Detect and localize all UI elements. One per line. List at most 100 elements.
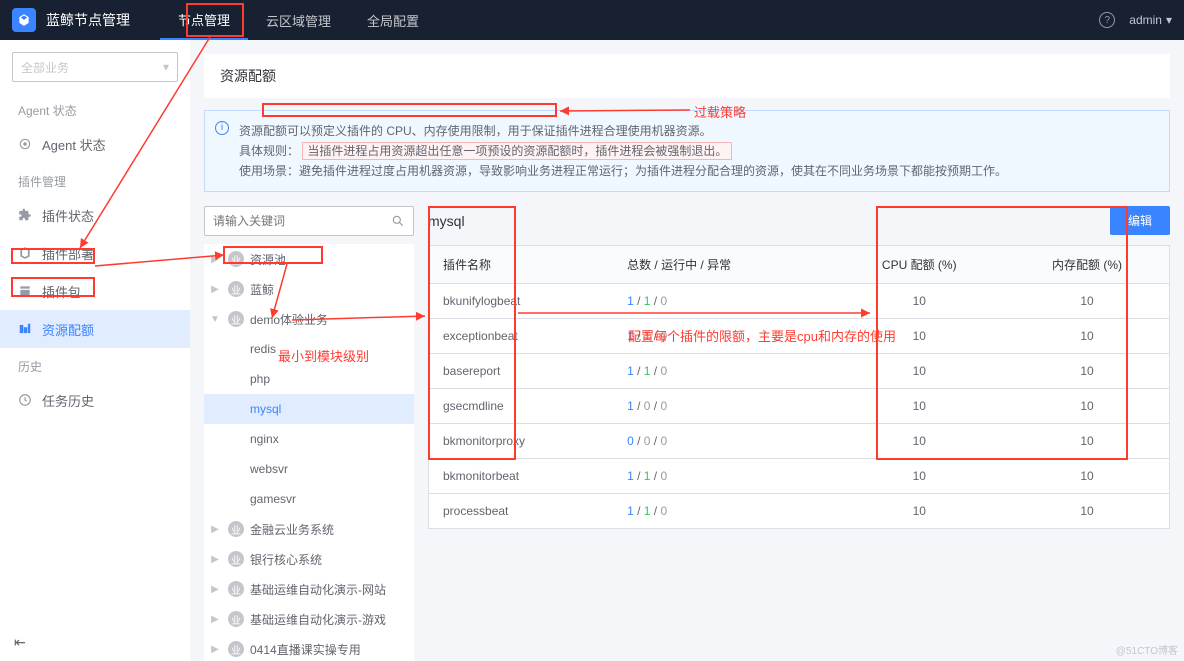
tree-node-label: websvr bbox=[250, 462, 288, 476]
tree-search[interactable] bbox=[204, 206, 414, 236]
biz-tree-panel: ▶业资源池▶业蓝鲸 ▼ 业 demo体验业务 redis php mysql nginx web… bbox=[204, 206, 414, 661]
quota-icon bbox=[18, 322, 32, 336]
biz-icon: 业 bbox=[228, 611, 244, 627]
tree-node[interactable]: php bbox=[204, 364, 414, 394]
info-icon: i bbox=[215, 121, 229, 135]
side-plugin-status[interactable]: 插件状态 bbox=[0, 196, 190, 234]
package-icon bbox=[18, 284, 32, 298]
help-icon[interactable]: ? bbox=[1099, 12, 1115, 28]
table-row: bkmonitorproxy0 / 0 / 01010 bbox=[429, 424, 1170, 459]
tree-node-label: demo体验业务 bbox=[250, 311, 328, 328]
tree-node-label: 基础运维自动化演示-网站 bbox=[250, 581, 386, 598]
info-highlight: 当插件进程占用资源超出任意一项预设的资源配额时，插件进程会被强制退出。 bbox=[302, 142, 732, 160]
cell-stats: 1 / 0 / 0 bbox=[613, 389, 833, 424]
nav-global-config[interactable]: 全局配置 bbox=[349, 0, 437, 40]
tree-node[interactable]: ▶业0414直播课实操专用 bbox=[204, 634, 414, 661]
tree-node-label: redis bbox=[250, 342, 276, 356]
tree-node[interactable]: mysql bbox=[204, 394, 414, 424]
cell-mem: 10 bbox=[1005, 354, 1170, 389]
side-item-label: 插件状态 bbox=[42, 206, 94, 225]
cell-cpu: 10 bbox=[834, 354, 1005, 389]
cell-plugin-name: basereport bbox=[429, 354, 614, 389]
caret-icon: ▶ bbox=[208, 614, 222, 625]
tree-node[interactable]: nginx bbox=[204, 424, 414, 454]
cell-mem: 10 bbox=[1005, 459, 1170, 494]
side-item-label: Agent 状态 bbox=[42, 135, 106, 154]
table-row: exceptionbeat1 / 1 / 01010 bbox=[429, 319, 1170, 354]
nav-node-mgmt[interactable]: 节点管理 bbox=[160, 0, 248, 40]
cell-plugin-name: gsecmdline bbox=[429, 389, 614, 424]
tree-node-label: 银行核心系统 bbox=[250, 551, 322, 568]
caret-icon: ▶ bbox=[208, 584, 222, 595]
table-row: bkunifylogbeat1 / 1 / 01010 bbox=[429, 284, 1170, 319]
side-task-history[interactable]: 任务历史 bbox=[0, 381, 190, 419]
biz-tree: ▶业资源池▶业蓝鲸 ▼ 业 demo体验业务 redis php mysql nginx web… bbox=[204, 244, 414, 661]
tree-node[interactable]: ▶业基础运维自动化演示-游戏 bbox=[204, 604, 414, 634]
nav-cloud-region[interactable]: 云区域管理 bbox=[248, 0, 349, 40]
tree-node[interactable]: ▶业蓝鲸 bbox=[204, 274, 414, 304]
cell-mem: 10 bbox=[1005, 319, 1170, 354]
cell-stats: 1 / 1 / 0 bbox=[613, 459, 833, 494]
side-item-label: 插件部署 bbox=[42, 244, 94, 263]
side-group-history: 历史 bbox=[0, 348, 190, 381]
business-selector-label: 全部业务 bbox=[21, 59, 69, 76]
cell-plugin-name: bkmonitorbeat bbox=[429, 459, 614, 494]
chevron-down-icon: ▾ bbox=[1166, 13, 1172, 27]
cell-plugin-name: bkunifylogbeat bbox=[429, 284, 614, 319]
side-plugin-deploy[interactable]: 插件部署 bbox=[0, 234, 190, 272]
deploy-icon bbox=[18, 246, 32, 260]
search-input[interactable] bbox=[213, 214, 391, 228]
top-nav: 节点管理 云区域管理 全局配置 bbox=[160, 0, 437, 40]
side-agent-status[interactable]: Agent 状态 bbox=[0, 125, 190, 163]
tree-node[interactable]: ▼ 业 demo体验业务 bbox=[204, 304, 414, 334]
cell-mem: 10 bbox=[1005, 424, 1170, 459]
sidebar-collapse[interactable]: ⇤ bbox=[14, 634, 26, 651]
tree-node[interactable]: ▶业基础运维自动化演示-网站 bbox=[204, 574, 414, 604]
cell-mem: 10 bbox=[1005, 494, 1170, 529]
table-row: basereport1 / 1 / 01010 bbox=[429, 354, 1170, 389]
cell-plugin-name: exceptionbeat bbox=[429, 319, 614, 354]
cell-cpu: 10 bbox=[834, 494, 1005, 529]
app-title: 蓝鲸节点管理 bbox=[46, 10, 130, 30]
tree-node[interactable]: ▶ 业银行核心系统 bbox=[204, 544, 414, 574]
tree-node[interactable]: redis bbox=[204, 334, 414, 364]
clock-icon bbox=[18, 393, 32, 407]
biz-icon: 业 bbox=[228, 311, 244, 327]
tree-node-label: php bbox=[250, 372, 270, 386]
cell-stats: 1 / 1 / 0 bbox=[613, 319, 833, 354]
table-row: gsecmdline1 / 0 / 01010 bbox=[429, 389, 1170, 424]
app-logo bbox=[12, 8, 36, 32]
biz-icon: 业 bbox=[228, 251, 244, 267]
edit-button[interactable]: 编辑 bbox=[1110, 206, 1170, 235]
side-item-label: 任务历史 bbox=[42, 391, 94, 410]
caret-icon: ▶ bbox=[208, 554, 222, 565]
user-menu[interactable]: admin ▾ bbox=[1129, 13, 1172, 27]
tree-node[interactable]: ▶业金融云业务系统 bbox=[204, 514, 414, 544]
side-item-label: 插件包 bbox=[42, 282, 81, 301]
caret-icon: ▶ bbox=[208, 524, 222, 535]
info-line3: 使用场景：避免插件进程过度占用机器资源，导致影响业务进程正常运行；为插件进程分配… bbox=[239, 161, 1157, 181]
th-stats: 总数 / 运行中 / 异常 bbox=[613, 246, 833, 284]
user-name: admin bbox=[1129, 13, 1162, 27]
cell-plugin-name: processbeat bbox=[429, 494, 614, 529]
tree-node[interactable]: websvr bbox=[204, 454, 414, 484]
side-resource-quota[interactable]: 资源配额 bbox=[0, 310, 190, 348]
selected-node-name: mysql bbox=[428, 213, 465, 229]
tree-node[interactable]: ▶业资源池 bbox=[204, 244, 414, 274]
th-cpu: CPU 配额 (%) bbox=[834, 246, 1005, 284]
info-line2: 具体规则： 当插件进程占用资源超出任意一项预设的资源配额时，插件进程会被强制退出… bbox=[239, 141, 1157, 161]
biz-icon: 业 bbox=[228, 521, 244, 537]
side-plugin-package[interactable]: 插件包 bbox=[0, 272, 190, 310]
main-content: 资源配额 i 资源配额可以预定义插件的 CPU、内存使用限制，用于保证插件进程合… bbox=[190, 40, 1184, 661]
caret-icon: ▼ bbox=[208, 314, 222, 325]
tree-node[interactable]: gamesvr bbox=[204, 484, 414, 514]
biz-icon: 业 bbox=[228, 281, 244, 297]
table-row: processbeat1 / 1 / 01010 bbox=[429, 494, 1170, 529]
cell-mem: 10 bbox=[1005, 284, 1170, 319]
tree-node-label: nginx bbox=[250, 432, 279, 446]
business-selector[interactable]: 全部业务 ▾ bbox=[12, 52, 178, 82]
watermark: @51CTO博客 bbox=[1116, 642, 1178, 657]
sidebar: 全部业务 ▾ Agent 状态 Agent 状态 插件管理 插件状态 插件部署 … bbox=[0, 40, 190, 661]
biz-icon: 业 bbox=[228, 551, 244, 567]
cell-cpu: 10 bbox=[834, 389, 1005, 424]
